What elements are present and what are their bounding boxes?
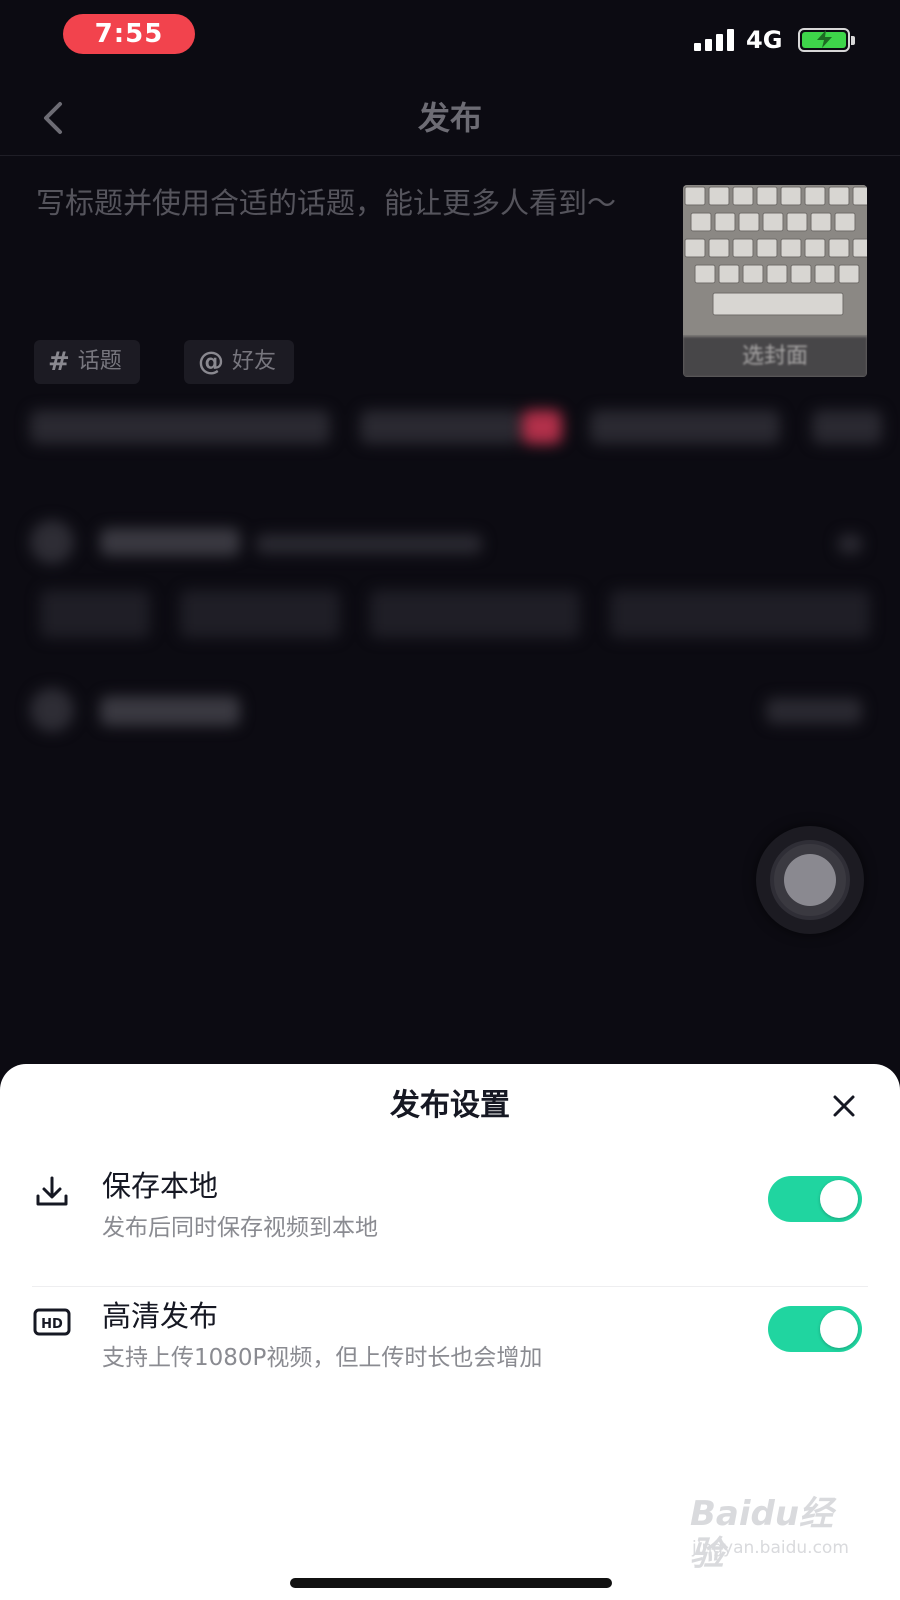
settings-divider <box>32 1286 868 1287</box>
mention-friend-chip[interactable]: @ 好友 <box>184 340 295 384</box>
hd-icon: HD <box>32 1302 72 1342</box>
title-input[interactable]: 写标题并使用合适的话题，能让更多人看到～ <box>36 184 676 222</box>
sheet-title: 发布设置 <box>390 1088 510 1123</box>
baidu-watermark: Baidu经验 jingyan.baidu.com <box>690 1494 860 1574</box>
network-type: 4G <box>746 26 783 54</box>
close-icon[interactable] <box>826 1088 862 1124</box>
assistive-touch-button[interactable] <box>756 826 864 934</box>
hd-publish-row: HD 高清发布 支持上传1080P视频，但上传时长也会增加 <box>0 1294 900 1404</box>
hashtag-icon: # <box>48 347 70 377</box>
save-local-row: 保存本地 发布后同时保存视频到本地 <box>0 1164 900 1274</box>
mention-chip-label: 好友 <box>232 349 277 374</box>
hd-publish-title: 高清发布 <box>102 1299 219 1333</box>
hd-publish-desc: 支持上传1080P视频，但上传时长也会增加 <box>102 1345 543 1371</box>
at-sign-icon: @ <box>198 347 224 377</box>
hd-publish-toggle[interactable] <box>768 1306 862 1352</box>
battery-charging-icon <box>798 28 855 52</box>
svg-text:HD: HD <box>41 1317 63 1332</box>
topic-chip-label: 话题 <box>77 349 122 374</box>
keyboard-photo <box>683 185 867 335</box>
watermark-brand: Baidu经验 <box>690 1494 834 1574</box>
watermark-url: jingyan.baidu.com <box>692 1538 849 1558</box>
top-nav: 发布 <box>0 80 900 156</box>
home-indicator <box>290 1578 612 1588</box>
select-cover-label[interactable]: 选封面 <box>683 337 867 377</box>
save-local-desc: 发布后同时保存视频到本地 <box>102 1215 378 1241</box>
save-local-title: 保存本地 <box>102 1169 219 1203</box>
save-local-toggle[interactable] <box>768 1176 862 1222</box>
status-time: 7:55 <box>63 14 195 54</box>
signal-icon <box>694 27 736 51</box>
download-icon <box>32 1172 72 1212</box>
cover-thumbnail[interactable]: 选封面 <box>683 185 867 377</box>
topic-chip[interactable]: # 话题 <box>34 340 140 384</box>
status-bar: 7:55 4G <box>0 0 900 70</box>
page-title: 发布 <box>417 99 482 137</box>
